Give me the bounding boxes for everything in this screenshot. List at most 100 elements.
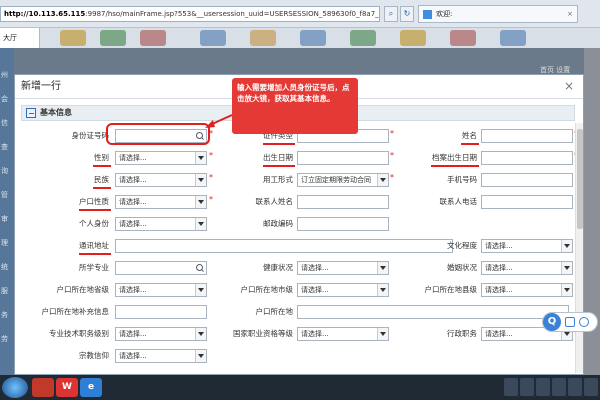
search-icon[interactable]: ⌕ — [384, 6, 398, 22]
app-tabbar: 大厅 — [0, 28, 600, 48]
label-hukou-place: 户口所在地 — [255, 307, 294, 316]
browser-icon[interactable]: e — [80, 378, 102, 397]
marital-select[interactable]: 请选择... — [481, 261, 573, 275]
tray-icon[interactable] — [520, 378, 534, 396]
screenshot-icon[interactable] — [565, 317, 575, 327]
select-value: 请选择... — [119, 352, 147, 360]
mobile-input[interactable] — [481, 173, 573, 187]
address-bar[interactable]: http://10.113.65.115:9987/hso/mainFrame.… — [0, 6, 380, 22]
major-input[interactable] — [115, 261, 207, 275]
browser-tab[interactable]: 欢迎: × — [418, 5, 578, 23]
hukou-city-select[interactable]: 请选择... — [297, 283, 389, 297]
education-select[interactable]: 请选择... — [481, 239, 573, 253]
start-button[interactable] — [2, 377, 28, 398]
label-hukou-type: 户口性质 — [17, 195, 111, 211]
file-birth-date-input[interactable] — [481, 151, 573, 165]
sidebar-label: 统 — [1, 263, 8, 271]
select-value: 请选择... — [301, 330, 329, 338]
name-input[interactable] — [481, 129, 573, 143]
tray-icon[interactable] — [584, 378, 598, 396]
sidebar-label: 务 — [1, 311, 8, 319]
religion-select[interactable]: 请选择... — [115, 349, 207, 363]
sidebar-label: 信 — [1, 119, 8, 127]
select-value: 请选择... — [119, 330, 147, 338]
app-module-icon[interactable] — [100, 30, 126, 46]
app-module-icon[interactable] — [200, 30, 226, 46]
sidebar-label: 审 — [1, 215, 8, 223]
edit-icon — [26, 108, 36, 118]
select-value: 请选择... — [301, 286, 329, 294]
personal-identity-select[interactable]: 请选择... — [115, 217, 207, 231]
app-module-icon[interactable] — [300, 30, 326, 46]
annotation-callout: 输入需要增加人员身份证号后，点击放大镜，获取其基本信息。 — [232, 78, 358, 134]
chevron-down-icon — [195, 350, 206, 362]
hukou-type-select[interactable]: 请选择... — [115, 195, 207, 209]
app-tab-hall[interactable]: 大厅 — [0, 28, 40, 48]
app-module-icon[interactable] — [400, 30, 426, 46]
select-value: 请选择... — [119, 286, 147, 294]
hukou-province-select[interactable]: 请选择... — [115, 283, 207, 297]
floating-assistant[interactable]: Q — [542, 312, 598, 332]
contact-phone-input[interactable] — [481, 195, 573, 209]
hukou-place-input[interactable] — [297, 305, 569, 319]
chevron-down-icon — [561, 262, 572, 274]
app-module-icon[interactable] — [250, 30, 276, 46]
hukou-detail-input[interactable] — [115, 305, 207, 319]
tab-title: 欢迎: — [436, 10, 453, 18]
gender-select[interactable]: 请选择... — [115, 151, 207, 165]
postcode-input[interactable] — [297, 217, 389, 231]
address-buttons: ⌕ ↻ — [384, 6, 414, 22]
qualification-level-select[interactable]: 请选择... — [297, 327, 389, 341]
label-hukou-city: 户口所在地市级 — [240, 285, 294, 294]
label-id-number: 身份证号码 — [71, 131, 110, 140]
tab-close-icon[interactable]: × — [567, 6, 573, 22]
contact-name-input[interactable] — [297, 195, 389, 209]
label-tech-level: 专业技术职务级别 — [49, 329, 109, 338]
chat-icon[interactable] — [579, 317, 589, 327]
health-select[interactable]: 请选择... — [297, 261, 389, 275]
app-module-icon[interactable] — [450, 30, 476, 46]
tray-icon[interactable] — [504, 378, 518, 396]
tray-icon[interactable] — [568, 378, 582, 396]
close-icon[interactable]: × — [563, 80, 575, 92]
select-value: 请选择... — [119, 198, 147, 206]
scrollbar-thumb[interactable] — [577, 129, 583, 229]
label-file-birth-date: 档案出生日期 — [385, 151, 479, 167]
url-host: http://10.113.65.115 — [4, 10, 86, 18]
system-tray — [504, 378, 598, 396]
label-employment-form: 用工形式 — [263, 175, 293, 184]
label-contact-name: 联系人姓名 — [255, 197, 294, 206]
birth-date-input[interactable] — [297, 151, 389, 165]
tray-icon[interactable] — [552, 378, 566, 396]
sidebar-label: 会 — [1, 95, 8, 103]
wps-icon[interactable]: W — [56, 378, 78, 397]
section-title: 基本信息 — [40, 108, 72, 117]
app-module-icon[interactable] — [60, 30, 86, 46]
app-module-icon[interactable] — [500, 30, 526, 46]
label-admin-post: 行政职务 — [447, 329, 477, 338]
tray-icon[interactable] — [536, 378, 550, 396]
label-address: 通讯地址 — [17, 239, 111, 255]
dialog-scrollbar[interactable] — [575, 123, 583, 373]
sidebar-label: 服 — [1, 287, 8, 295]
app-module-icon[interactable] — [350, 30, 376, 46]
label-education: 文化程度 — [447, 241, 477, 250]
chevron-down-icon — [561, 284, 572, 296]
label-postcode: 邮政编码 — [263, 219, 293, 228]
label-religion: 宗教信仰 — [79, 351, 109, 360]
tech-level-select[interactable]: 请选择... — [115, 327, 207, 341]
label-marital: 婚姻状况 — [447, 263, 477, 272]
hukou-county-select[interactable]: 请选择... — [481, 283, 573, 297]
refresh-icon[interactable]: ↻ — [400, 6, 414, 22]
label-qualification-level: 国家职业资格等级 — [233, 329, 293, 338]
app-module-icon[interactable] — [140, 30, 166, 46]
select-value: 请选择... — [485, 242, 513, 250]
select-value: 请选择... — [119, 220, 147, 228]
url-path: :9987/hso/mainFrame.jsp?553&__usersessio… — [85, 10, 379, 18]
ethnicity-select[interactable]: 请选择... — [115, 173, 207, 187]
tab-favicon-icon — [423, 9, 432, 19]
employment-form-select[interactable]: 订立固定期限劳动合同 — [297, 173, 389, 187]
assistant-badge: Q — [543, 313, 561, 331]
folder-icon[interactable] — [32, 378, 54, 397]
label-hukou-county: 户口所在地县级 — [424, 285, 478, 294]
